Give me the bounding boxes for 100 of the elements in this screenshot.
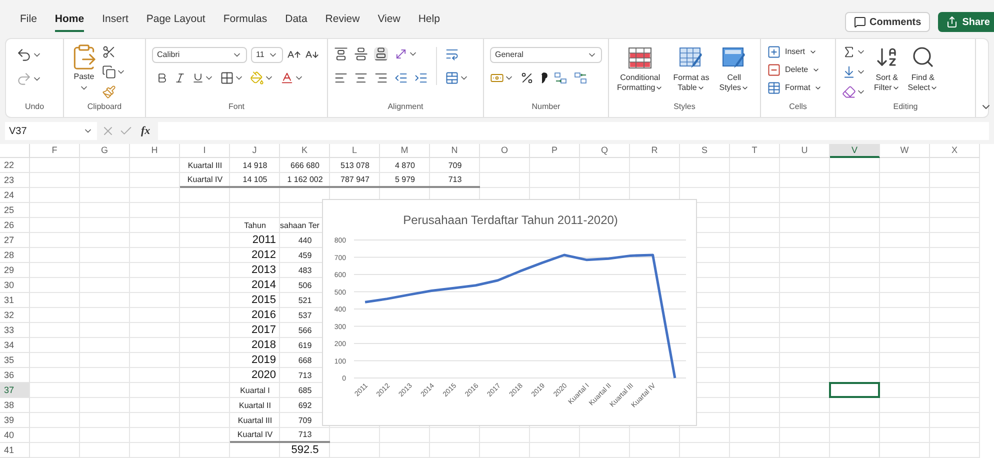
row-header[interactable]: 27 xyxy=(0,233,30,248)
font-color-icon[interactable] xyxy=(280,71,294,85)
insert-cells-icon[interactable] xyxy=(767,45,781,59)
style-button[interactable]: Format as Table xyxy=(671,47,712,93)
row-header[interactable]: 30 xyxy=(0,278,30,293)
menu-tab[interactable]: Help xyxy=(418,12,440,32)
row-header[interactable]: 32 xyxy=(0,308,30,323)
decrease-decimal-icon[interactable] xyxy=(574,71,588,85)
column-header[interactable]: Q xyxy=(580,144,630,158)
align-middle-icon[interactable] xyxy=(354,47,368,61)
menu-tab[interactable]: View xyxy=(378,12,400,32)
row-header[interactable]: 35 xyxy=(0,353,30,368)
row-header[interactable]: 26 xyxy=(0,218,30,233)
row-header[interactable]: 31 xyxy=(0,293,30,308)
format-cells-icon[interactable] xyxy=(767,81,781,95)
cell-selection[interactable] xyxy=(829,382,880,398)
column-header[interactable]: O xyxy=(480,144,530,158)
editing-button[interactable]: Find & Select xyxy=(908,45,938,99)
row-header[interactable]: 33 xyxy=(0,323,30,338)
paste-button[interactable]: Paste xyxy=(70,43,98,99)
italic-icon[interactable] xyxy=(174,72,186,84)
fill-color-icon[interactable] xyxy=(250,71,264,85)
column-header[interactable]: N xyxy=(430,144,480,158)
column-header[interactable]: M xyxy=(380,144,430,158)
cut-icon[interactable] xyxy=(102,45,116,59)
name-box[interactable]: V37 xyxy=(5,122,97,140)
menu-tab[interactable]: Review xyxy=(325,12,360,32)
align-right-icon[interactable] xyxy=(374,71,388,85)
row-header[interactable]: 37 xyxy=(0,383,30,398)
row-header[interactable]: 38 xyxy=(0,398,30,413)
style-button[interactable]: Conditional Formatting xyxy=(615,47,666,93)
align-left-icon[interactable] xyxy=(334,71,348,85)
column-header[interactable]: S xyxy=(680,144,730,158)
share-button[interactable]: Share xyxy=(938,12,994,32)
currency-icon[interactable] xyxy=(490,71,504,85)
menu-tab[interactable]: Home xyxy=(54,12,84,32)
search-icon[interactable] xyxy=(910,45,935,69)
underline-icon[interactable] xyxy=(192,72,204,84)
menu-tab[interactable]: Page Layout xyxy=(146,12,206,32)
orientation-icon[interactable] xyxy=(394,47,408,61)
menu-tab[interactable]: File xyxy=(20,12,37,32)
menu-tab[interactable]: Formulas xyxy=(223,12,268,32)
editing-button[interactable]: Sort & Filter xyxy=(874,45,900,99)
column-header[interactable]: P xyxy=(530,144,580,158)
increase-indent-icon[interactable] xyxy=(414,71,428,85)
cells-menu-button[interactable]: Format xyxy=(767,81,822,95)
cell-brush-icon[interactable] xyxy=(722,47,746,69)
font-size-field[interactable]: 11 xyxy=(251,47,283,63)
column-header[interactable]: W xyxy=(880,144,930,158)
row-header[interactable]: 34 xyxy=(0,338,30,353)
menu-tab[interactable]: Insert xyxy=(102,12,128,32)
column-header[interactable]: R xyxy=(630,144,680,158)
clear-icon[interactable] xyxy=(842,85,856,99)
comments-button[interactable]: Comments xyxy=(844,12,930,32)
fill-down-icon[interactable] xyxy=(842,65,856,79)
row-header[interactable]: 29 xyxy=(0,263,30,278)
column-header[interactable]: G xyxy=(80,144,130,158)
undo-icon[interactable] xyxy=(16,47,32,63)
insert-function-button[interactable]: fx xyxy=(137,122,154,140)
column-header[interactable]: F xyxy=(30,144,80,158)
column-header[interactable]: I xyxy=(180,144,230,158)
column-header[interactable]: L xyxy=(330,144,380,158)
row-header[interactable]: 39 xyxy=(0,413,30,428)
wrap-text-icon[interactable] xyxy=(445,47,459,61)
row-header[interactable]: 24 xyxy=(0,188,30,203)
percent-icon[interactable] xyxy=(520,71,534,85)
cells-menu-button[interactable]: Delete xyxy=(767,63,822,77)
merge-cells-icon[interactable] xyxy=(445,71,459,85)
autosum-icon[interactable] xyxy=(842,45,856,59)
style-button[interactable]: Cell Styles xyxy=(717,47,752,93)
copy-icon[interactable] xyxy=(102,65,116,79)
row-header[interactable]: 40 xyxy=(0,428,30,443)
column-header[interactable]: J xyxy=(230,144,280,158)
row-header[interactable]: 25 xyxy=(0,203,30,218)
bold-icon[interactable] xyxy=(156,72,168,84)
delete-cells-icon[interactable] xyxy=(767,63,781,77)
increase-decimal-icon[interactable] xyxy=(554,71,568,85)
format-painter-icon[interactable] xyxy=(102,85,116,99)
row-header[interactable]: 41 xyxy=(0,443,30,458)
align-bottom-icon[interactable] xyxy=(374,47,388,61)
column-header[interactable]: H xyxy=(130,144,180,158)
column-header[interactable]: K xyxy=(280,144,330,158)
align-center-icon[interactable] xyxy=(354,71,368,85)
conditional-format-icon[interactable] xyxy=(628,47,652,69)
borders-icon[interactable] xyxy=(220,71,234,85)
decrease-indent-icon[interactable] xyxy=(394,71,408,85)
column-header[interactable]: X xyxy=(930,144,980,158)
number-format-field[interactable]: General xyxy=(490,47,602,63)
comma-style-icon[interactable] xyxy=(540,72,548,84)
sort-filter-icon[interactable] xyxy=(874,45,899,69)
font-name-field[interactable]: Calibri xyxy=(152,47,247,63)
align-top-icon[interactable] xyxy=(334,47,348,61)
row-header[interactable]: 28 xyxy=(0,248,30,263)
row-header[interactable]: 23 xyxy=(0,173,30,188)
table-brush-icon[interactable] xyxy=(679,47,704,69)
column-header[interactable]: T xyxy=(730,144,780,158)
row-header[interactable]: 22 xyxy=(0,158,30,173)
cells-menu-button[interactable]: Insert xyxy=(767,45,822,59)
column-header[interactable]: V xyxy=(830,144,880,158)
menu-tab[interactable]: Data xyxy=(285,12,308,32)
